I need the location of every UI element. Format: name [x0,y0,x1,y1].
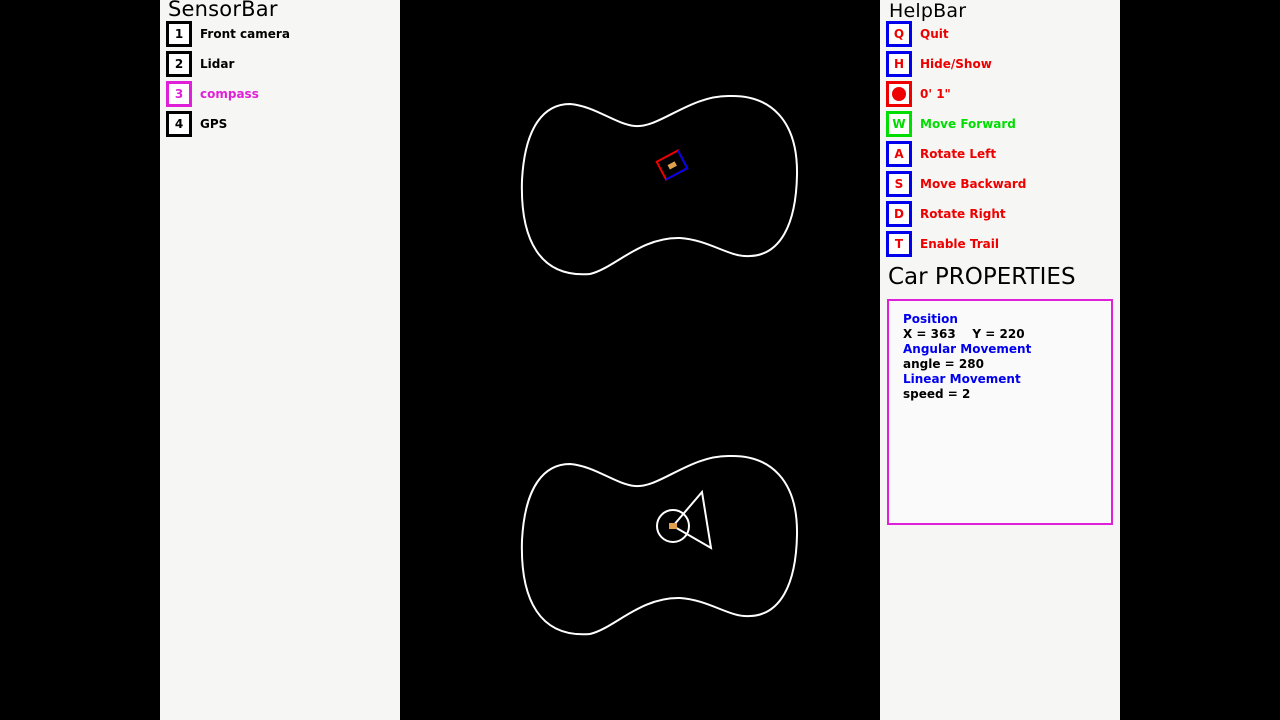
sensor-item-front-camera[interactable]: 1 Front camera [166,21,290,47]
help-label-quit: Quit [920,27,949,41]
position-value: X = 363 Y = 220 [903,327,1025,341]
help-label-enable-trail: Enable Trail [920,237,999,251]
car-properties-title: Car PROPERTIES [888,264,1076,290]
help-key-a[interactable]: A [886,141,912,167]
help-key-q[interactable]: Q [886,21,912,47]
sensor-label-front-camera: Front camera [200,27,290,41]
help-label-move-forward: Move Forward [920,117,1016,131]
help-bar-title: HelpBar [889,0,967,22]
sensor-label-lidar: Lidar [200,57,235,71]
help-key-w[interactable]: W [886,111,912,137]
sensor-key-3[interactable]: 3 [166,81,192,107]
sensor-bar: SensorBar 1 Front camera 2 Lidar 3 compa… [160,0,400,720]
help-item-rotate-left[interactable]: A Rotate Left [886,141,996,167]
help-bar: HelpBar Q Quit H Hide/Show 0' 1" W Move … [880,0,1120,720]
help-label-hide-show: Hide/Show [920,57,992,71]
sensor-key-4[interactable]: 4 [166,111,192,137]
help-key-h[interactable]: H [886,51,912,77]
car-properties-box: Position X = 363 Y = 220 Angular Movemen… [887,299,1113,525]
help-item-rotate-right[interactable]: D Rotate Right [886,201,1006,227]
help-label-move-backward: Move Backward [920,177,1027,191]
simulation-canvas [520,94,799,636]
sensor-key-2[interactable]: 2 [166,51,192,77]
help-key-d[interactable]: D [886,201,912,227]
car-sensor-icon-bottom [656,489,713,550]
car-icon-top [655,149,689,181]
sensor-bar-title: SensorBar [168,0,278,21]
record-timer: 0' 1" [920,87,951,101]
record-button[interactable] [886,81,912,107]
sensor-label-compass: compass [200,87,259,101]
sensor-item-gps[interactable]: 4 GPS [166,111,227,137]
help-item-enable-trail[interactable]: T Enable Trail [886,231,999,257]
track-outline-bottom [520,454,799,636]
help-label-rotate-right: Rotate Right [920,207,1006,221]
sensor-item-lidar[interactable]: 2 Lidar [166,51,234,77]
help-item-move-backward[interactable]: S Move Backward [886,171,1026,197]
help-item-quit[interactable]: Q Quit [886,21,949,47]
speed-value: speed = 2 [903,387,971,401]
angular-movement-heading: Angular Movement [903,342,1032,356]
help-label-rotate-left: Rotate Left [920,147,997,161]
sensor-label-gps: GPS [200,117,228,131]
help-key-s[interactable]: S [886,171,912,197]
help-item-record[interactable]: 0' 1" [886,81,951,107]
help-item-hide-show[interactable]: H Hide/Show [886,51,992,77]
sensor-key-1[interactable]: 1 [166,21,192,47]
help-item-move-forward[interactable]: W Move Forward [886,111,1016,137]
track-outline-top [520,94,799,276]
help-key-t[interactable]: T [886,231,912,257]
sensor-item-compass[interactable]: 3 compass [166,81,259,107]
linear-movement-heading: Linear Movement [903,372,1021,386]
record-icon [892,87,906,101]
angle-value: angle = 280 [903,357,984,371]
simulation-viewport[interactable] [400,0,880,720]
position-heading: Position [903,312,958,326]
